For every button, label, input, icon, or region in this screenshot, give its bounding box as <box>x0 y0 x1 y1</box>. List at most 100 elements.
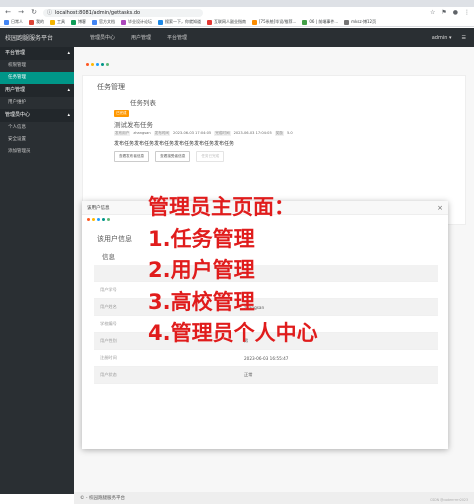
admin-username: admin <box>431 34 448 41</box>
modal-header-title: 该用户信息 <box>87 205 110 211</box>
status-badge: 已完成 <box>114 110 129 117</box>
color-dot <box>92 218 95 221</box>
bookmark-icon <box>29 19 34 25</box>
chevron-up-icon: ▴ <box>67 112 70 118</box>
bookmark-item[interactable]: 我的 <box>29 19 44 25</box>
chevron-down-icon: ▾ <box>449 34 452 41</box>
profile-icon[interactable]: ● <box>453 9 458 16</box>
bookmark-icon <box>302 19 308 25</box>
bookmark-label: 互联网人副业指南 <box>214 19 246 24</box>
task-list-title: 任务列表 <box>130 99 156 107</box>
app-header: 校园跑腿服务平台 管理员中心 用户管理 平台管理 admin ▾ ☰ <box>0 28 474 47</box>
color-dot <box>91 63 94 66</box>
back-icon[interactable]: ← <box>4 7 12 18</box>
bookmark-icon <box>252 19 257 25</box>
close-icon[interactable]: × <box>437 204 443 212</box>
annotation-overlay: 管理员主页面： 1.任务管理 2.用户管理 3.高校管理 4.管理员个人中心 <box>148 192 318 350</box>
bookmark-item[interactable]: 日常人 <box>4 19 23 25</box>
task-name: 测试发布任务 <box>114 121 153 129</box>
bookmark-item[interactable]: [75系统]毕设/推荐... <box>252 19 296 25</box>
sidebar-group-label: 用户管理 <box>5 87 26 93</box>
info-icon[interactable]: ⓘ <box>47 9 52 16</box>
color-dots <box>86 63 109 66</box>
modal-title: 该用户信息 <box>97 235 132 243</box>
meta-value: 2023-06-03 17:04:05 <box>233 131 272 135</box>
task-completed-button[interactable]: 任务已完成 <box>196 151 225 162</box>
sidebar-group[interactable]: 管理员中心 ▴ <box>0 109 74 122</box>
bookmark-item[interactable]: 博客 <box>71 19 86 25</box>
bookmark-icon <box>4 19 9 25</box>
task-meta: 发布用户 zhangsan 发布时间 2023-06-03 17:04:05 完成时间 2… <box>114 131 364 136</box>
brand-title: 校园跑腿服务平台 <box>5 35 54 42</box>
bookmark-label: 博客 <box>78 19 86 24</box>
view-publisher-button[interactable]: 查看发布者信息 <box>114 151 150 162</box>
chevron-up-icon: ▴ <box>67 87 70 93</box>
bookmark-item[interactable]: 互联网人副业指南 <box>207 19 246 25</box>
sidebar-group[interactable]: 平台管理 ▴ <box>0 47 74 60</box>
bookmark-item[interactable]: 搜索一下，你就知道 <box>158 19 201 25</box>
bookmark-label: 官方文档 <box>99 19 115 24</box>
bookmark-icon <box>158 19 163 25</box>
bookmark-label: 搜索一下，你就知道 <box>165 19 201 24</box>
sidebar-item[interactable]: 权限管理 <box>0 60 74 72</box>
bookmark-item[interactable]: 官方文档 <box>92 19 115 25</box>
bookmark-item[interactable]: mksz-博12页 <box>344 19 376 25</box>
color-dot <box>101 63 104 66</box>
view-receiver-button[interactable]: 查看接受者信息 <box>155 151 191 162</box>
bookmark-label: 毕业设计论坛 <box>128 19 152 24</box>
field-label: 用户状态 <box>100 372 117 377</box>
bookmark-label: 工具 <box>57 19 65 24</box>
field-value: 正常 <box>244 372 253 377</box>
annotation-line: 2.用户管理 <box>148 258 255 282</box>
top-nav-user-management[interactable]: 用户管理 <box>131 34 151 41</box>
table-row: 注册时间 2023-06-03 16:55:47 <box>94 350 438 367</box>
top-nav-admin-center[interactable]: 管理员中心 <box>90 34 115 41</box>
extensions-icon[interactable]: ⚑ <box>441 9 446 16</box>
sidebar-item[interactable]: 安全设置 <box>0 134 74 146</box>
color-dot <box>106 63 109 66</box>
table-row: 用户状态 正常 <box>94 367 438 384</box>
task-description: 发布任务发布任务发布任务发布任务发布任务发布任务 <box>114 141 235 147</box>
bookmark-item[interactable]: 工具 <box>50 19 65 25</box>
menu-icon[interactable]: ⋮ <box>464 9 470 16</box>
field-label: 注册时间 <box>100 355 117 360</box>
annotation-line: 管理员主页面： <box>148 195 295 219</box>
bookmark-icon <box>71 19 76 25</box>
sidebar-group[interactable]: 用户管理 ▴ <box>0 84 74 97</box>
meta-value: 5.0 <box>286 131 293 135</box>
reload-icon[interactable]: ↻ <box>30 7 38 18</box>
bookmark-label: [75系统]毕设/推荐... <box>259 19 297 24</box>
meta-label: 发布用户 <box>114 131 131 136</box>
meta-value: zhangsan <box>133 131 151 135</box>
admin-user-menu[interactable]: admin ▾ <box>432 35 452 41</box>
sidebar-item[interactable]: 个人信息 <box>0 122 74 134</box>
bookmark-icon <box>121 19 126 25</box>
sidebar-group-label: 管理员中心 <box>5 112 31 118</box>
bookmark-icon <box>50 19 55 25</box>
task-item: 已完成 测试发布任务 发布用户 zhangsan 发布时间 2023-06-03 17… <box>114 110 364 170</box>
top-nav-platform-management[interactable]: 平台管理 <box>167 34 187 41</box>
task-actions: 查看发布者信息 查看接受者信息 任务已完成 <box>114 151 364 162</box>
sidebar-item[interactable]: 任务管理 <box>0 72 74 84</box>
bookmark-item[interactable]: 06 | 前端事件... <box>302 19 338 25</box>
browser-actions: ☆ ⚑ ● ⋮ <box>430 9 470 16</box>
sidebar-item[interactable]: 添加管理员 <box>0 146 74 158</box>
bookmark-item[interactable]: 毕业设计论坛 <box>121 19 152 25</box>
meta-value: 2023-06-03 17:04:05 <box>173 131 212 135</box>
sidebar: 平台管理 ▴ 权限管理 任务管理用户管理 ▴ 用户维护管理员中心 ▴ 个人信息 安全设置 添加管理… <box>0 47 74 494</box>
color-dot <box>97 218 100 221</box>
meta-label: 奖励 <box>274 131 284 136</box>
bookmarks-bar: 日常人 我的 工具 博客 官方文档 毕业设计论坛 搜索一下，你就知道 互联网人副业指南 [75系… <box>0 18 474 27</box>
color-dot <box>87 218 90 221</box>
annotation-line: 3.高校管理 <box>148 289 255 314</box>
logout-icon[interactable]: ☰ <box>462 35 466 41</box>
color-dot <box>102 218 105 221</box>
forward-icon[interactable]: → <box>17 7 25 18</box>
star-icon[interactable]: ☆ <box>430 9 435 16</box>
browser-tabstrip <box>0 0 474 7</box>
sidebar-item[interactable]: 用户维护 <box>0 97 74 109</box>
address-bar[interactable]: ⓘ localhost:8081/admin/gettasks.do <box>43 8 203 17</box>
page-title: 任务管理 <box>97 83 125 91</box>
modal-color-dots <box>87 218 110 221</box>
meta-label: 发布时间 <box>153 131 171 136</box>
